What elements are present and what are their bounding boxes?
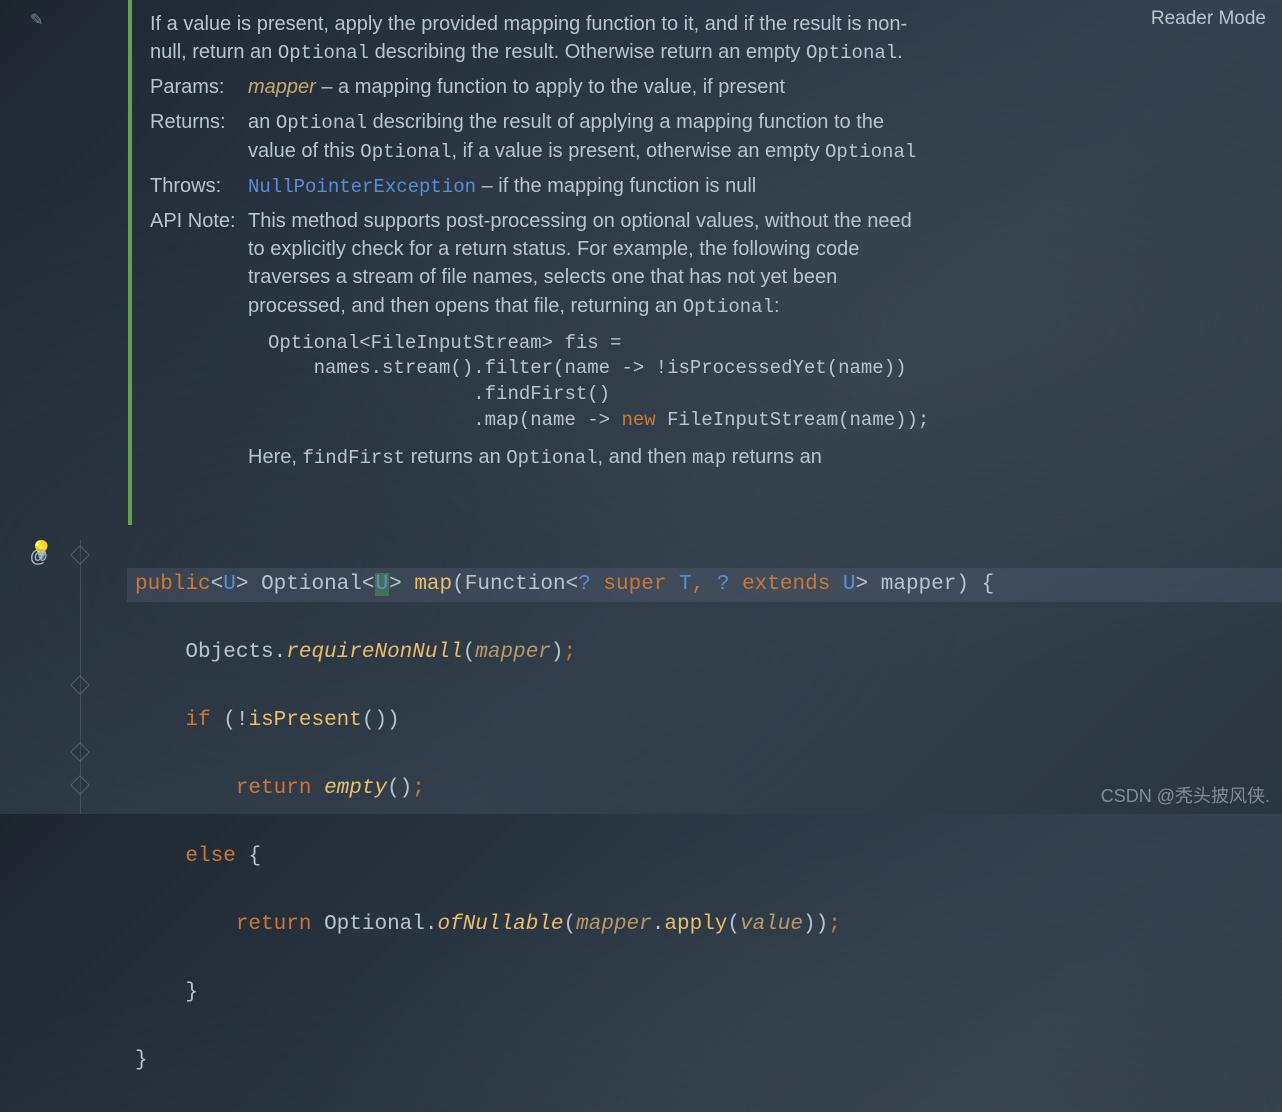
doc-code: findFirst [302,447,405,469]
edit-pencil-icon[interactable]: ✎ [30,10,43,30]
doc-code: Optional [278,42,369,64]
code-line-signature[interactable]: public<U> Optional<U> map(Function<? sup… [127,568,1282,602]
doc-code: Optional [276,112,367,134]
example-line: names.stream().filter(name -> !isProcess… [268,357,907,379]
reader-mode-button[interactable]: Reader Mode [1145,6,1272,32]
javadoc-apinote-row: API Note: This method supports post-proc… [150,207,920,473]
fold-handle-icon[interactable] [70,675,90,695]
doc-text: This method supports post-processing on … [248,210,912,317]
throws-label: Throws: [150,172,248,201]
javadoc-summary: If a value is present, apply the provide… [150,10,920,67]
exception-link[interactable]: NullPointerException [248,176,476,198]
csdn-watermark: CSDN @秃头披风侠. [1101,782,1270,808]
javadoc-left-border [128,0,132,525]
doc-code: Optional [506,447,597,469]
code-line[interactable]: return Optional.ofNullable(mapper.apply(… [135,908,1282,942]
code-line[interactable]: if (!isPresent()) [135,704,1282,738]
doc-text: , and then [597,446,692,468]
override-at-icon[interactable]: @ [30,546,48,567]
doc-text: , if a value is present, otherwise an em… [452,140,826,162]
apinote-label: API Note: [150,207,248,473]
doc-text: returns an [405,446,506,468]
doc-text: an [248,111,276,133]
example-line: FileInputStream(name)); [656,409,930,431]
params-label: Params: [150,73,248,101]
doc-code: Optional [806,42,897,64]
doc-text: returns an [726,446,822,468]
source-code-area[interactable]: public<U> Optional<U> map(Function<? sup… [135,534,1282,1112]
doc-text: describing the result. Otherwise return … [369,41,806,63]
code-line[interactable]: Objects.requireNonNull(mapper); [135,636,1282,670]
code-line[interactable]: } [135,976,1282,1010]
editor-gutter: ✎ 💡 @ [0,0,130,814]
doc-code: Optional [683,296,774,318]
javadoc-throws-row: Throws: NullPointerException – if the ma… [150,172,920,201]
example-keyword: new [621,409,655,431]
code-line[interactable]: else { [135,840,1282,874]
doc-code: Optional [825,141,916,163]
doc-code: map [692,447,726,469]
javadoc-popup: If a value is present, apply the provide… [150,10,920,472]
fold-handle-icon[interactable] [70,545,90,565]
javadoc-example-block: Optional<FileInputStream> fis = names.st… [268,331,929,434]
doc-text: : [774,295,780,317]
doc-text: – if the mapping function is null [476,175,756,197]
javadoc-params-row: Params: mapper – a mapping function to a… [150,73,920,101]
javadoc-returns-row: Returns: an Optional describing the resu… [150,108,920,166]
returns-label: Returns: [150,108,248,166]
doc-text: – a mapping function to apply to the val… [316,76,785,98]
example-line: .map(name -> [268,409,621,431]
doc-code: Optional [360,141,451,163]
doc-text: . [897,41,903,63]
doc-text: Here, [248,446,302,468]
code-line[interactable]: } [135,1044,1282,1078]
fold-handle-icon[interactable] [70,742,90,762]
param-name-link[interactable]: mapper [248,76,316,98]
fold-handle-icon[interactable] [70,775,90,795]
example-line: Optional<FileInputStream> fis = [268,332,621,354]
example-line: .findFirst() [268,383,610,405]
